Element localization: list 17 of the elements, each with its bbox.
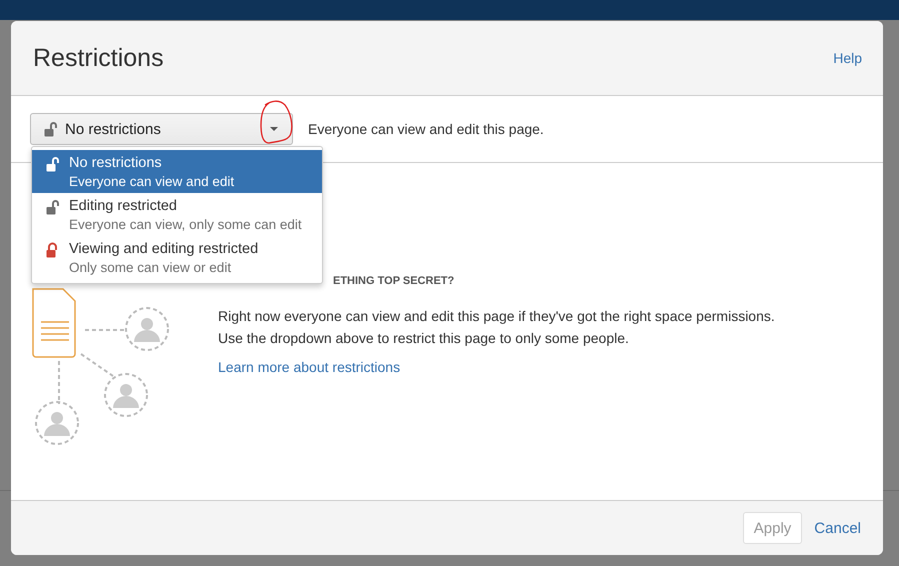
help-link[interactable]: Help xyxy=(833,50,862,66)
cancel-link[interactable]: Cancel xyxy=(814,520,861,536)
restriction-description: Everyone can view and edit this page. xyxy=(308,121,544,137)
open-padlock-icon xyxy=(46,156,59,172)
info-text: Right now everyone can view and edit this page if they've got the right space permissions. xyxy=(218,307,775,326)
info-text: Use the dropdown above to restrict this page to only some people. xyxy=(218,329,630,348)
dialog-title: Restrictions xyxy=(33,44,164,72)
restriction-dropdown[interactable]: No restrictions xyxy=(30,113,293,145)
open-padlock-icon xyxy=(46,199,59,215)
menu-item[interactable]: Editing restricted Everyone can view, only some can edit xyxy=(32,193,322,236)
open-padlock-icon xyxy=(44,121,57,137)
caret-icon xyxy=(270,127,278,131)
info-heading: ETHING TOP SECRET? xyxy=(333,275,456,287)
menu-item[interactable]: Viewing and editing restricted Only some can view or edit xyxy=(32,236,322,279)
menu-item[interactable]: No restrictions Everyone can view and edit xyxy=(32,150,322,193)
locked-padlock-icon xyxy=(46,242,59,258)
learn-more-link[interactable]: Learn more about restrictions xyxy=(218,359,775,375)
